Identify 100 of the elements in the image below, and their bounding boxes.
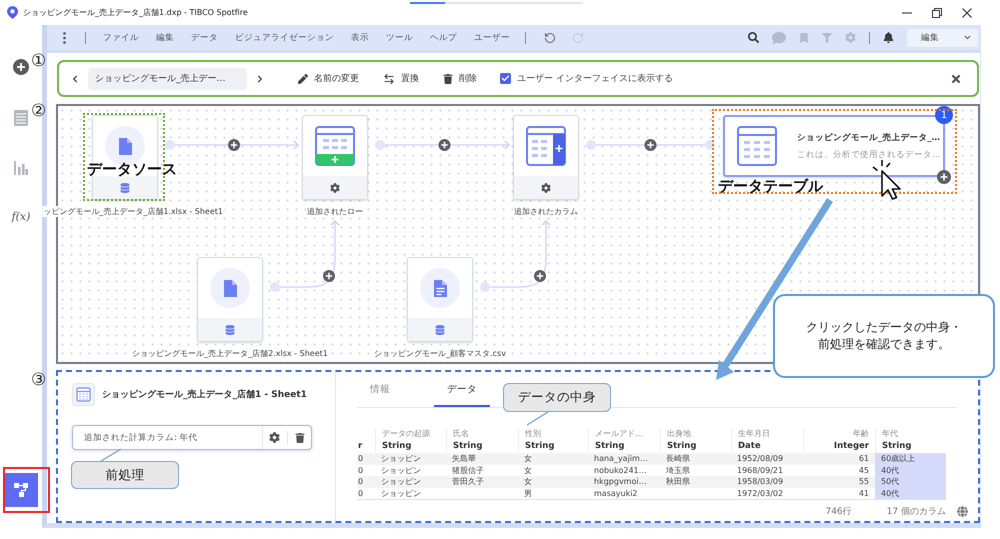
column-header[interactable]: 氏名	[446, 428, 518, 440]
column-header[interactable]: 年齢	[803, 428, 875, 440]
menu-item[interactable]: ビジュアライゼーション	[235, 32, 334, 44]
delete-button[interactable]: 削除	[443, 72, 477, 85]
table-select[interactable]: ショッピングモール_売上デー…	[88, 68, 247, 90]
annotation-label: データソース	[87, 161, 177, 178]
replace-button[interactable]: 置換	[383, 72, 419, 85]
table-cell: hana_yajim…	[588, 453, 660, 464]
search-icon[interactable]	[748, 32, 759, 43]
settings-icon[interactable]	[541, 182, 551, 192]
table-cell: 40代	[875, 488, 946, 499]
menu-item[interactable]: 編集	[156, 32, 174, 44]
more-icon[interactable]	[63, 32, 66, 44]
table-cell: 40代	[875, 464, 946, 476]
plus-circle-icon[interactable]	[438, 139, 450, 151]
mode-select[interactable]: 編集	[907, 28, 978, 46]
table-cell: 男	[518, 488, 588, 499]
table-cell: 1952/08/09	[731, 453, 803, 464]
plus-circle-icon[interactable]	[13, 59, 29, 75]
checkbox[interactable]	[500, 73, 511, 84]
plus-circle-icon[interactable]	[323, 270, 335, 282]
column-header[interactable]: 性別	[518, 428, 588, 440]
leader-line	[100, 448, 122, 462]
pin-icon	[7, 6, 18, 19]
swap-icon	[383, 72, 395, 84]
table-cell: 女	[518, 464, 588, 476]
column-count: 17 個のカラム	[886, 506, 946, 518]
menu-item[interactable]: ツール	[386, 32, 413, 44]
rename-button[interactable]: 名前の変更	[298, 72, 359, 85]
callout: 前処理	[71, 461, 179, 489]
node-label: 追加されたカラム	[513, 206, 579, 217]
add-columns-node[interactable]	[513, 115, 579, 200]
step-label: 追加された計算カラム: 年代	[84, 432, 198, 444]
formula-button[interactable]: f(x)	[12, 210, 30, 223]
data-source-node[interactable]	[197, 257, 263, 342]
chevron-down-icon	[964, 34, 971, 41]
menu-item[interactable]: ファイル	[103, 32, 139, 44]
table-cell: 女	[518, 453, 588, 464]
column-header[interactable]: 生年月日	[731, 428, 803, 440]
database-icon	[120, 182, 130, 192]
globe-icon[interactable]	[957, 506, 968, 516]
plus-circle-icon[interactable]	[228, 139, 240, 151]
pencil-icon	[298, 74, 308, 84]
table-icon	[737, 126, 777, 166]
add-rows-node[interactable]	[302, 115, 368, 200]
highlight-frame	[3, 467, 50, 513]
callout: クリックしたデータの中身・ 前処理を確認できます。	[773, 294, 995, 378]
bell-icon[interactable]	[883, 32, 894, 43]
database-icon	[435, 324, 445, 334]
menu-item[interactable]: ヘルプ	[430, 32, 457, 44]
minimize-icon[interactable]	[902, 12, 912, 14]
table-cell: 55	[803, 476, 875, 488]
restore-icon[interactable]	[932, 8, 942, 18]
table-cell: 埼玉県	[660, 464, 731, 476]
undo-icon[interactable]	[544, 32, 556, 44]
plus-circle-icon[interactable]	[644, 139, 656, 151]
sidebar-button[interactable]	[4, 473, 38, 507]
tab[interactable]: データ	[434, 372, 490, 407]
table-cell: 長崎県	[660, 453, 731, 464]
node-label: 追加されたロー	[306, 206, 364, 217]
table-cell: 50代	[875, 476, 946, 488]
plus-circle-icon[interactable]	[534, 270, 546, 282]
node-label: ッピングモール_売上データ_店舗1.xlsx - Sheet1	[42, 206, 224, 217]
table-cell: ショッピン	[375, 476, 446, 488]
node-label: ショッピングモール_売上データ_店舗2.xlsx - Sheet1	[131, 348, 329, 359]
column-header[interactable]: メールアド…	[588, 428, 660, 440]
plus-circle-icon[interactable]	[937, 170, 951, 184]
next-icon[interactable]	[256, 74, 264, 82]
column-header[interactable]: データの起源	[375, 428, 446, 440]
menu-item[interactable]: 表示	[351, 32, 369, 44]
connector-line	[480, 220, 550, 292]
annotation-label: データテーブル	[718, 178, 823, 194]
settings-icon[interactable]	[330, 182, 340, 192]
table-cell: 矢島華	[446, 453, 518, 464]
cursor-icon	[872, 159, 901, 200]
transform-step[interactable]: 追加された計算カラム: 年代	[72, 425, 312, 450]
file-icon	[210, 268, 250, 308]
table-description: これは、分析で使用されるデータ…	[797, 148, 940, 160]
database-icon	[225, 324, 235, 334]
tab[interactable]: 情報	[357, 372, 403, 407]
panel-title: ショッピングモール_売上データ_店舗1 - Sheet1	[102, 388, 307, 401]
step-number: ①	[31, 53, 46, 70]
table-cell: 0	[357, 453, 375, 464]
column-header[interactable]: 年代	[875, 428, 946, 440]
previous-icon[interactable]	[71, 74, 79, 82]
menu-item[interactable]: ユーザー	[474, 32, 510, 44]
close-icon[interactable]	[950, 72, 962, 84]
settings-icon[interactable]	[269, 432, 280, 443]
step-number: ②	[31, 103, 46, 120]
trash-icon[interactable]	[295, 432, 305, 442]
close-icon[interactable]	[962, 8, 972, 18]
menu-item[interactable]: データ	[191, 32, 218, 44]
data-source-node[interactable]	[407, 257, 473, 342]
table-cell: masayuki2	[588, 488, 660, 499]
table-cell: ショッピン	[375, 464, 446, 476]
checkbox-label[interactable]: ユーザー インターフェイスに表示する	[517, 72, 673, 85]
table-cell: 1972/03/02	[731, 488, 803, 499]
table-title: ショッピングモール_売上データ_…	[797, 132, 940, 144]
column-type: r	[357, 440, 364, 453]
column-header[interactable]: 出身地	[660, 428, 731, 440]
